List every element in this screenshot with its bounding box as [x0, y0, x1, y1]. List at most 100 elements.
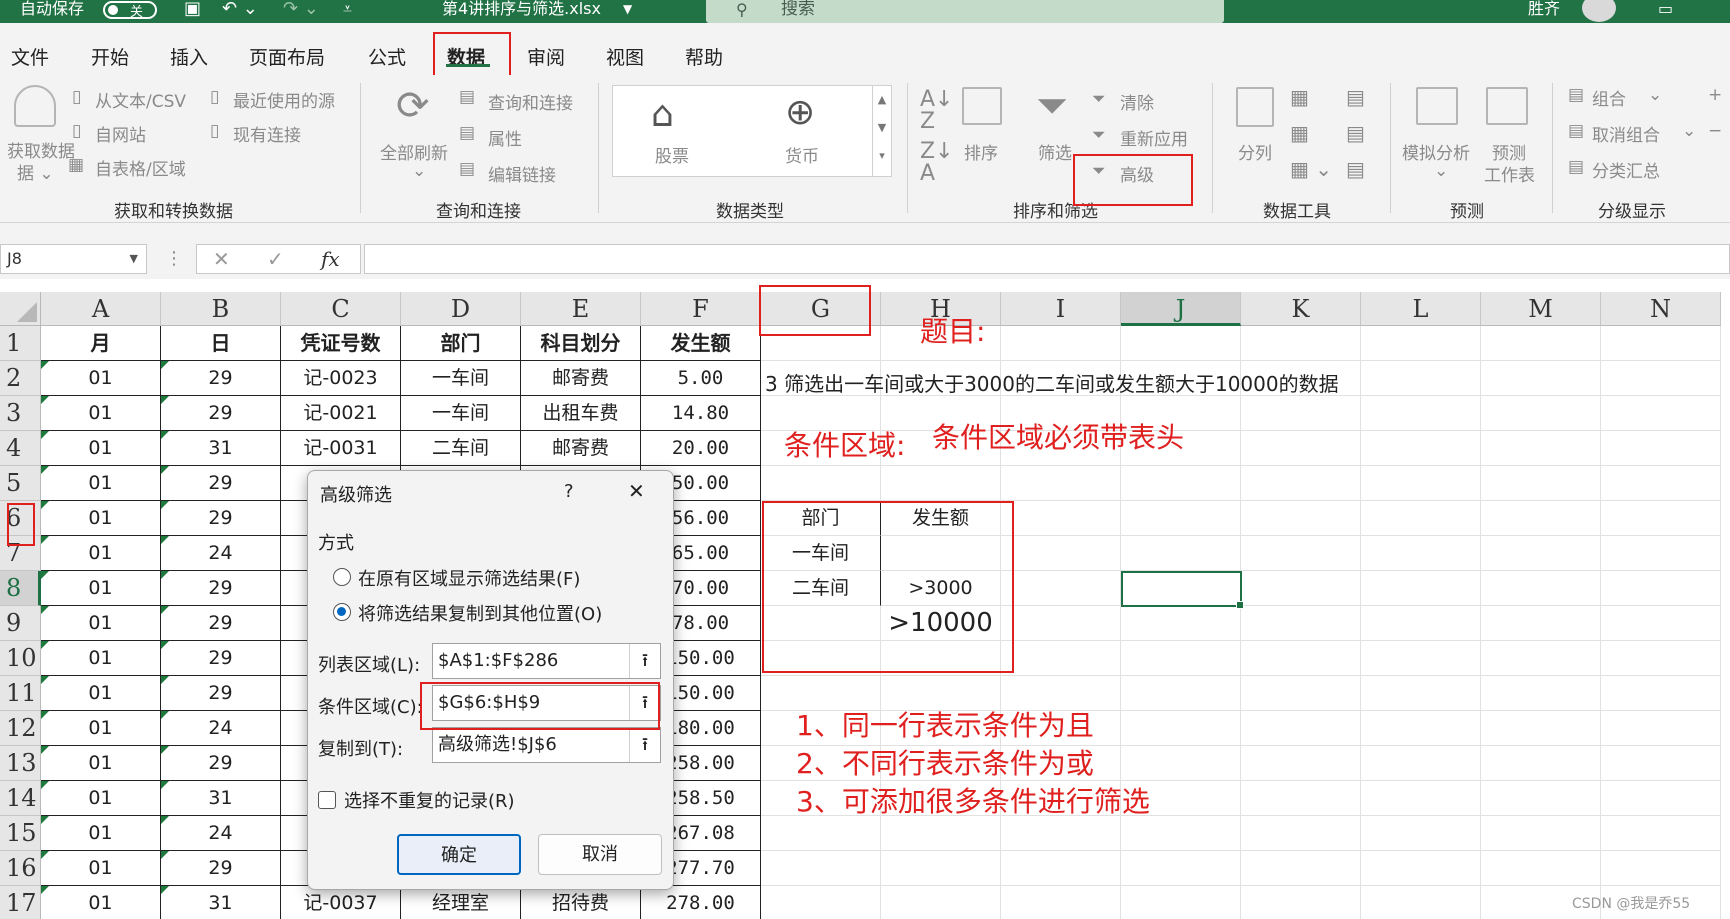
- table-cell[interactable]: 24: [161, 536, 281, 571]
- cell[interactable]: [1241, 536, 1361, 571]
- cell[interactable]: [1601, 571, 1721, 606]
- table-cell[interactable]: 29: [161, 571, 281, 606]
- row-header-8[interactable]: 8: [0, 571, 41, 606]
- cell[interactable]: [1001, 466, 1121, 501]
- table-header-cell[interactable]: 部门: [401, 326, 521, 361]
- cell[interactable]: [1241, 781, 1361, 816]
- cell[interactable]: [1241, 431, 1361, 466]
- data-validation-icon[interactable]: ▦ ⌄: [1290, 157, 1332, 181]
- table-cell[interactable]: 24: [161, 711, 281, 746]
- row-header-5[interactable]: 5: [0, 466, 41, 501]
- cell[interactable]: [1241, 326, 1361, 361]
- cell[interactable]: [1121, 746, 1241, 781]
- table-cell[interactable]: 29: [161, 641, 281, 676]
- cell[interactable]: [1001, 536, 1121, 571]
- cell[interactable]: [1601, 746, 1721, 781]
- row-header-10[interactable]: 10: [0, 641, 41, 676]
- file-name[interactable]: 第4讲排序与筛选.xlsx: [442, 0, 601, 18]
- formula-input[interactable]: [364, 244, 1730, 274]
- chevron-down-icon[interactable]: ▼: [130, 245, 138, 273]
- queries-connections-button[interactable]: 查询和连接: [488, 89, 573, 114]
- select-all-corner[interactable]: [0, 292, 41, 326]
- cell[interactable]: [881, 851, 1001, 886]
- radio-filter-in-place[interactable]: [333, 568, 351, 586]
- cell[interactable]: [1241, 676, 1361, 711]
- table-cell[interactable]: 01: [41, 781, 161, 816]
- table-cell[interactable]: 29: [161, 466, 281, 501]
- table-cell[interactable]: 经理室: [401, 886, 521, 919]
- more-options-icon[interactable]: ⋮: [165, 248, 183, 269]
- refresh-dropdown[interactable]: ⌄: [412, 161, 426, 181]
- sort-descending-icon[interactable]: Z↓ A: [920, 141, 954, 185]
- forecast-sheet-icon[interactable]: [1486, 87, 1528, 125]
- tab-file[interactable]: 文件: [11, 43, 49, 70]
- cell[interactable]: [1361, 466, 1481, 501]
- table-cell[interactable]: 一车间: [401, 396, 521, 431]
- cell[interactable]: [1481, 816, 1601, 851]
- globe-icon[interactable]: ⊕: [785, 92, 815, 133]
- cell[interactable]: [761, 851, 881, 886]
- column-header-d[interactable]: D: [401, 292, 521, 326]
- group-dropdown[interactable]: ⌄: [1648, 85, 1662, 105]
- avatar[interactable]: [1582, 0, 1616, 22]
- text-to-columns-button[interactable]: 分列: [1238, 139, 1272, 164]
- cell[interactable]: [1601, 396, 1721, 431]
- sort-ascending-icon[interactable]: A↓ Z: [920, 89, 953, 133]
- table-cell[interactable]: 29: [161, 851, 281, 886]
- table-cell[interactable]: 记-0031: [281, 431, 401, 466]
- cell[interactable]: [1481, 851, 1601, 886]
- from-text-button[interactable]: 从文本/CSV: [95, 87, 186, 112]
- table-cell[interactable]: 邮寄费: [521, 361, 641, 396]
- cell[interactable]: [1361, 886, 1481, 919]
- table-cell[interactable]: 记-0037: [281, 886, 401, 919]
- cell[interactable]: [1121, 536, 1241, 571]
- flash-fill-icon[interactable]: ▦: [1290, 85, 1309, 109]
- sort-button[interactable]: 排序: [964, 139, 998, 164]
- cell[interactable]: [1001, 326, 1121, 361]
- cell[interactable]: [1121, 676, 1241, 711]
- cell[interactable]: [1361, 326, 1481, 361]
- cell[interactable]: [1361, 711, 1481, 746]
- row-header-2[interactable]: 2: [0, 361, 41, 396]
- table-cell[interactable]: 01: [41, 886, 161, 919]
- cell[interactable]: [1241, 816, 1361, 851]
- table-cell[interactable]: 出租车费: [521, 396, 641, 431]
- column-header-l[interactable]: L: [1361, 292, 1481, 326]
- table-cell[interactable]: 29: [161, 606, 281, 641]
- confirm-icon[interactable]: ✓: [267, 245, 284, 273]
- gallery-scroll[interactable]: ▲ ▼ ▾: [872, 85, 892, 177]
- column-header-e[interactable]: E: [521, 292, 641, 326]
- cell[interactable]: [1121, 851, 1241, 886]
- copy-to-input[interactable]: 高级筛选!$J$6 ⭱: [432, 727, 661, 763]
- cell[interactable]: [1481, 501, 1601, 536]
- row-header-14[interactable]: 14: [0, 781, 41, 816]
- unique-records-label[interactable]: 选择不重复的记录(R): [344, 787, 515, 813]
- cell[interactable]: [1361, 676, 1481, 711]
- cell[interactable]: [1481, 361, 1601, 396]
- tab-review[interactable]: 审阅: [527, 43, 565, 70]
- table-cell[interactable]: 01: [41, 816, 161, 851]
- user-name[interactable]: 胜齐: [1528, 0, 1560, 18]
- cell[interactable]: [1601, 536, 1721, 571]
- show-detail-icon[interactable]: +: [1708, 85, 1722, 105]
- cell[interactable]: [1481, 641, 1601, 676]
- table-cell[interactable]: 01: [41, 466, 161, 501]
- table-header-cell[interactable]: 日: [161, 326, 281, 361]
- cell[interactable]: [881, 466, 1001, 501]
- table-cell[interactable]: 29: [161, 361, 281, 396]
- list-range-input[interactable]: $A$1:$F$286 ⭱: [432, 643, 661, 679]
- tab-view[interactable]: 视图: [606, 43, 644, 70]
- cell[interactable]: [1361, 816, 1481, 851]
- cell[interactable]: [1601, 816, 1721, 851]
- text-to-columns-icon[interactable]: [1236, 87, 1274, 127]
- cell[interactable]: [1121, 816, 1241, 851]
- row-header-15[interactable]: 15: [0, 816, 41, 851]
- table-cell[interactable]: 01: [41, 571, 161, 606]
- cell[interactable]: [1001, 641, 1121, 676]
- cell[interactable]: [1241, 746, 1361, 781]
- cell[interactable]: [1601, 676, 1721, 711]
- close-icon[interactable]: ✕: [628, 479, 645, 503]
- tab-page-layout[interactable]: 页面布局: [249, 43, 325, 70]
- database-icon[interactable]: [14, 85, 56, 127]
- table-cell[interactable]: 招待费: [521, 886, 641, 919]
